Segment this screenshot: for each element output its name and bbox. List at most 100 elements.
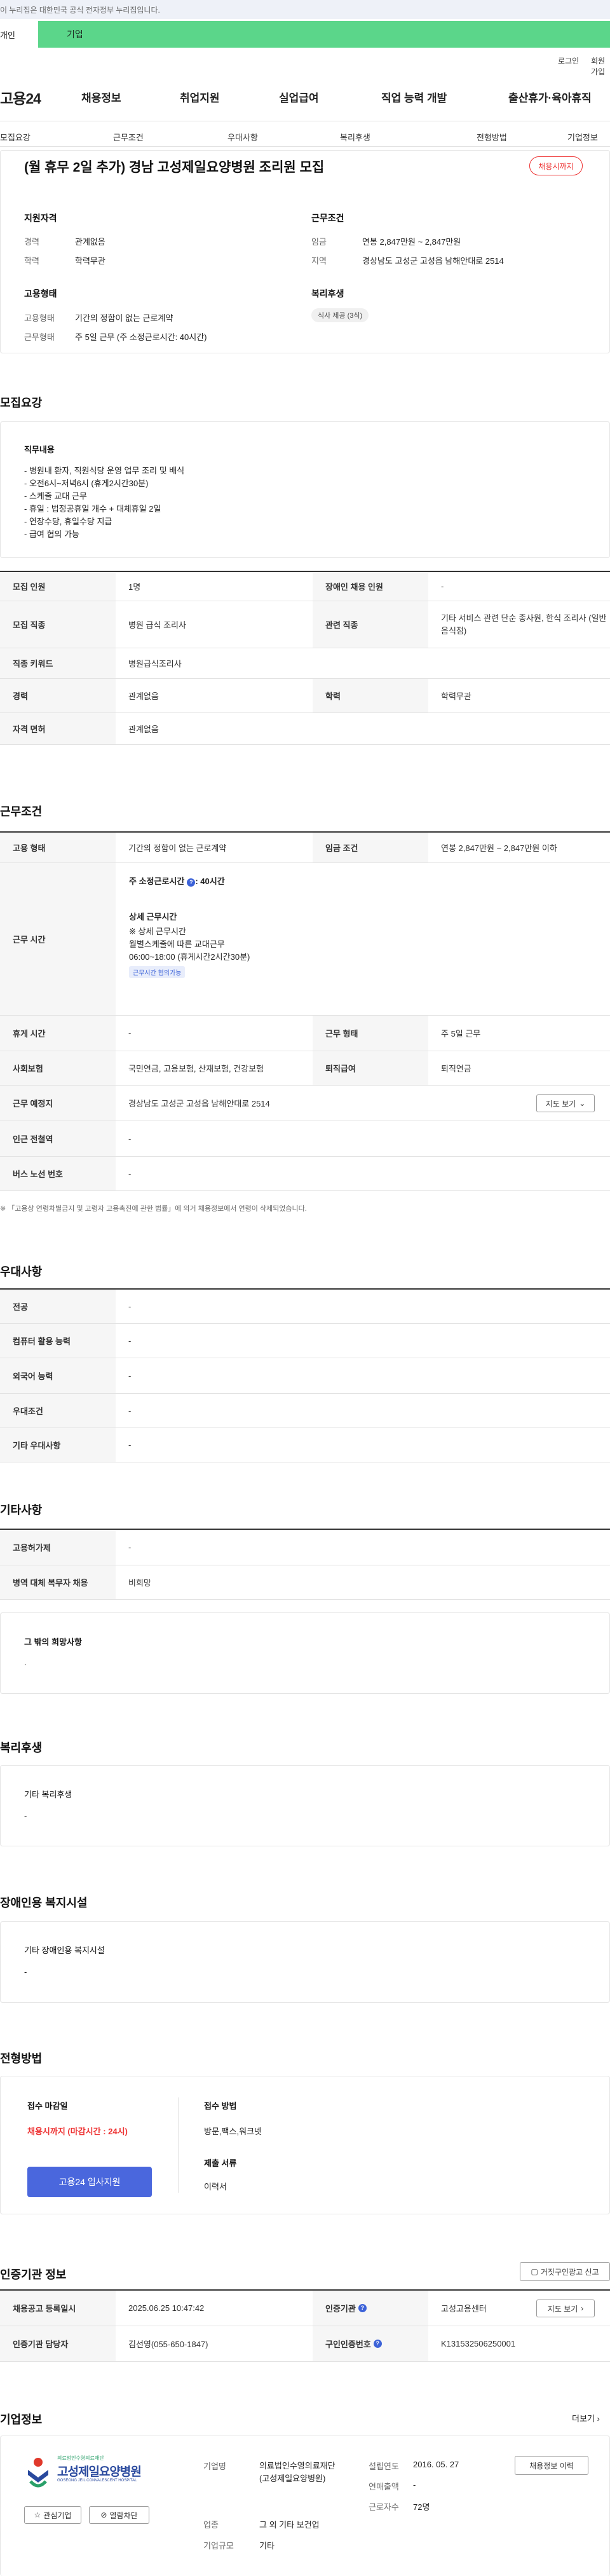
table-cell: - [128,1134,132,1143]
section-title-company: 기업정보 [0,2413,43,2426]
table-header: 전공 [0,1290,116,1323]
favorite-company-button[interactable]: ☆ 관심기업 [24,2506,81,2524]
gnb-item-benefit[interactable]: 실업급여 [279,89,319,105]
table-header: 근무 예정지 [0,1086,116,1121]
info-icon[interactable]: ? [187,878,196,887]
table-header: 병역 대체 복무자 채용 [0,1565,116,1599]
map-view-label: 지도 보기 [545,1099,576,1108]
login-link[interactable]: 로그인 [558,55,579,66]
report-label: 거짓구인광고 신고 [540,2267,599,2277]
tab-preference[interactable]: 우대사항 [227,131,258,143]
table-cell: 병원급식조리사 [128,659,182,669]
duty-line: - 스케줄 교대 근무 [24,491,87,501]
welfare-box [0,1765,610,1846]
info-icon[interactable]: ? [358,2304,367,2312]
tab-welfare[interactable]: 복리후생 [340,131,370,143]
toggle-individual[interactable]: 개인 [0,21,38,48]
divider [0,146,610,147]
table-cell: 비희망 [128,1578,151,1588]
table-header: 인증기관? [313,2291,428,2326]
deadline-heading: 접수 마감일 [27,2101,68,2111]
gnb-item-leave[interactable]: 출산휴가·육아휴직 [508,89,592,105]
chevron-right-icon: › [597,2414,600,2423]
section-title-welfare: 복리후생 [0,1741,43,1754]
table-row: 채용공고 등록일시 2025.06.25 10:47:42 인증기관? 고성고용… [0,2291,610,2326]
agency-map-button[interactable]: 지도 보기 › [536,2300,595,2317]
docs-value: 이력서 [204,2182,227,2191]
disabled-heading: 기타 장애인용 복지시설 [24,1946,105,1955]
info-icon[interactable]: ? [373,2340,382,2348]
negotiable-badge: 근무시간 협의가능 [129,966,186,978]
table-cell: - [128,1406,132,1415]
table-header: 고용허가제 [0,1530,116,1565]
tab-recruit[interactable]: 모집요강 [0,131,30,143]
more-label: 더보기 [572,2414,595,2423]
sales-value: - [413,2480,416,2490]
table-row: 직종 키워드 병원급식조리사 [0,648,610,679]
gnb-item-support[interactable]: 취업지원 [180,89,220,105]
gov-notice-text: 이 누리집은 대한민국 공식 전자정부 누리집입니다. [0,5,160,15]
sales-label: 연매출액 [369,2482,399,2491]
table-cell: 국민연금, 고용보험, 산재보험, 건강보험 [128,1064,264,1073]
report-fake-ad-button[interactable]: ▢ 거짓구인광고 신고 [520,2262,610,2281]
table-cell: 퇴직연금 [441,1064,471,1073]
divider [178,2097,179,2193]
site-logo[interactable]: 고용24 [0,86,41,108]
detail-hours-heading: 상세 근무시간 [129,912,177,922]
table-row: 모집 직종 병원 급식 조리사 관련 직종 기타 서비스 관련 단순 종사원, … [0,601,610,648]
disabled-box [0,1921,610,2003]
gnb-item-jobs[interactable]: 채용정보 [81,89,121,105]
agency-label: 인증기관 [325,2304,356,2314]
company-logo: 의료법인수영의료재단 고성제일요양병원 GOSEONG JEIL CONVALE… [24,2452,158,2497]
gnb-item-training[interactable]: 직업 능력 개발 [381,89,447,105]
table-header: 퇴직급여 [313,1051,428,1085]
table-header: 모집 인원 [0,572,116,601]
worktype-value: 주 5일 근무 (주 소정근로시간: 40시간) [75,332,207,342]
tab-selection[interactable]: 전형방법 [477,131,507,143]
table-row: 휴게 시간 - 근무 형태 주 5일 근무 [0,1016,610,1051]
age-notice: ※ 「고용상 연령차별금지 및 고령자 고용촉진에 관한 법률」에 의거 채용정… [0,1203,307,1213]
edu-label: 학력 [24,256,39,266]
logo-english: GOSEONG JEIL CONVALESCENT HOSPITAL [57,2479,137,2483]
industry-value: 그 외 기타 보건업 [259,2520,320,2530]
age-notice-text: 「고용상 연령차별금지 및 고령자 고용촉진에 관한 법률」에 의거 채용정보에… [8,1205,307,1213]
toggle-corporate[interactable]: 기업 [38,21,610,48]
table-cell: 경상남도 고성군 고성읍 남해안대로 2514 [128,1099,270,1108]
section-title-conditions: 근무조건 [0,805,43,818]
tab-conditions[interactable]: 근무조건 [113,131,144,143]
company-more-link[interactable]: 더보기 › [572,2412,600,2424]
table-row: 인증기관 담당자 김선영(055-650-1847) 구인인증번호? K1315… [0,2326,610,2362]
industry-label: 업종 [203,2520,219,2530]
table-row: 병역 대체 복무자 채용 비희망 [0,1565,610,1600]
tab-company[interactable]: 기업정보 [567,131,598,143]
hiring-history-button[interactable]: 채용정보 이력 [515,2456,588,2475]
table-header: 휴게 시간 [0,1016,116,1051]
report-icon: ▢ [531,2267,538,2276]
table-row: 우대조건 - [0,1394,610,1428]
cert-num-label: 구인인증번호 [325,2340,371,2349]
summary-conditions-heading: 근무조건 [311,213,344,223]
table-header: 기타 우대사항 [0,1428,116,1462]
deadline-value: 채용시까지 (마감시간 : 24시) [27,2127,128,2136]
company-name-value: 의료법인수영의료재단(고성제일요양병원) [259,2461,336,2483]
career-label: 경력 [24,237,39,247]
table-cell: 학력무관 [441,692,471,701]
table-header: 근무 시간 [0,863,116,1015]
table-cell: 관계없음 [128,692,159,701]
company-name-label: 기업명 [203,2462,226,2471]
star-icon: ☆ [34,2511,41,2519]
table-header: 자격 면허 [0,713,116,744]
apply-button[interactable]: 고용24 입사지원 [27,2167,152,2197]
bullet-icon: ※ [0,1205,8,1213]
duty-box [0,421,610,558]
map-view-button[interactable]: 지도 보기 ⌄ [536,1094,595,1112]
table-cell: - [128,1543,132,1552]
table-header: 버스 노선 번호 [0,1157,116,1190]
section-title-selection: 전형방법 [0,2052,43,2065]
company-size-label: 기업규모 [203,2541,234,2551]
block-company-button[interactable]: ⊘ 열람차단 [89,2506,149,2524]
duty-line: - 오전6시~저녁6시 (휴게2시간30분) [24,479,149,488]
join-link[interactable]: 회원가입 [591,55,610,77]
table-cell: - [128,1028,132,1038]
table-header: 모집 직종 [0,601,116,648]
